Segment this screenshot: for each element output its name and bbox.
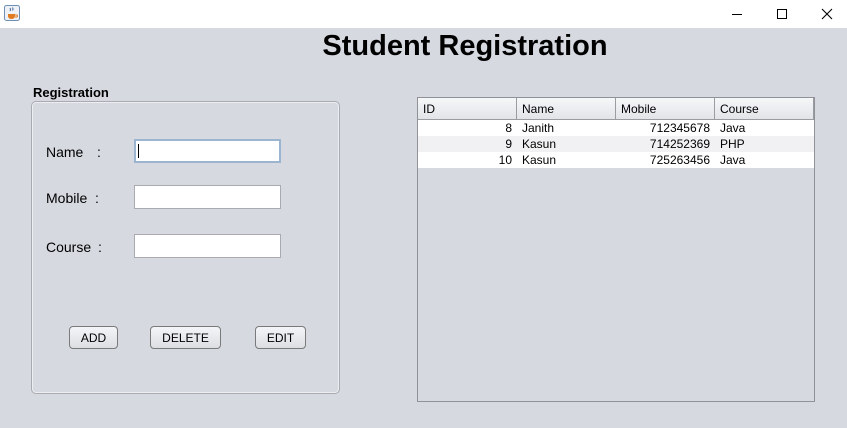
column-header-course[interactable]: Course xyxy=(715,98,814,120)
students-table[interactable]: ID Name Mobile Course 8 Janith 712345678… xyxy=(417,97,815,402)
maximize-icon xyxy=(777,9,787,19)
cell-course: Java xyxy=(720,153,746,167)
close-icon xyxy=(821,8,833,20)
cell-course: Java xyxy=(720,121,746,135)
java-coffee-icon xyxy=(4,5,20,21)
column-header-mobile[interactable]: Mobile xyxy=(616,98,715,120)
table-row[interactable]: 9 Kasun 714252369 PHP xyxy=(418,136,814,152)
minimize-icon xyxy=(732,14,742,15)
page-title: Student Registration xyxy=(322,30,608,62)
add-button[interactable]: ADD xyxy=(69,326,118,349)
cell-name: Kasun xyxy=(522,153,557,167)
mobile-input[interactable] xyxy=(134,185,281,209)
cell-name: Janith xyxy=(522,121,555,135)
name-colon: : xyxy=(97,144,101,160)
window-titlebar xyxy=(0,0,847,28)
course-colon: : xyxy=(98,239,102,255)
cell-id: 10 xyxy=(498,153,512,167)
cell-id: 9 xyxy=(505,137,512,151)
mobile-colon: : xyxy=(95,190,99,206)
column-header-id[interactable]: ID xyxy=(418,98,517,120)
column-header-name[interactable]: Name xyxy=(517,98,616,120)
edit-button[interactable]: EDIT xyxy=(255,326,306,349)
cell-course: PHP xyxy=(720,137,745,151)
cell-mobile: 725263456 xyxy=(649,153,710,167)
cell-name: Kasun xyxy=(522,137,557,151)
table-header: ID Name Mobile Course xyxy=(418,98,814,120)
table-body: 8 Janith 712345678 Java 9 Kasun 71425236… xyxy=(418,120,814,168)
delete-button[interactable]: DELETE xyxy=(150,326,221,349)
registration-group-title: Registration xyxy=(33,85,109,100)
course-label: Course xyxy=(46,239,92,255)
close-button[interactable] xyxy=(804,0,847,28)
minimize-button[interactable] xyxy=(714,0,760,28)
name-label: Name xyxy=(46,144,84,160)
cell-id: 8 xyxy=(505,121,512,135)
table-row[interactable]: 10 Kasun 725263456 Java xyxy=(418,152,814,168)
table-row[interactable]: 8 Janith 712345678 Java xyxy=(418,120,814,136)
name-input[interactable] xyxy=(134,139,281,163)
maximize-button[interactable] xyxy=(759,0,805,28)
cell-mobile: 712345678 xyxy=(649,121,710,135)
cell-mobile: 714252369 xyxy=(649,137,710,151)
text-caret xyxy=(138,144,139,158)
mobile-label: Mobile xyxy=(46,190,88,206)
course-input[interactable] xyxy=(134,234,281,258)
